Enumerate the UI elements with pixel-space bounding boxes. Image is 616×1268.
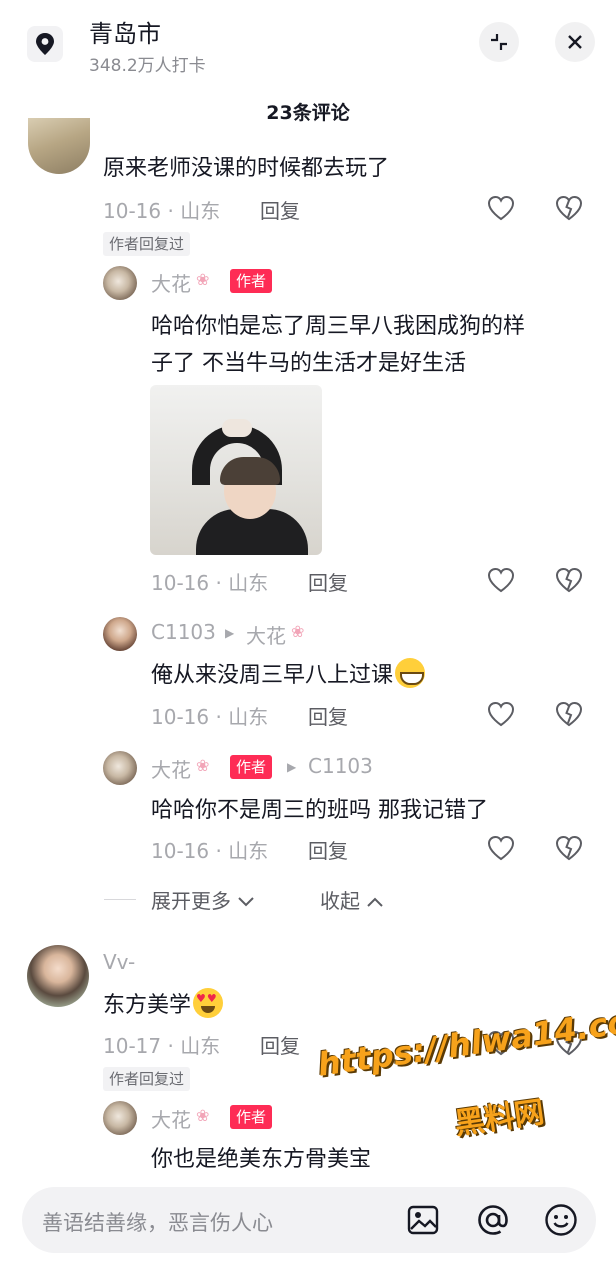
reply-username[interactable]: 大花 xyxy=(151,1104,191,1133)
reply-username[interactable]: C1103 xyxy=(151,620,216,644)
collapse-button[interactable] xyxy=(479,22,519,62)
reply-text-content: 俺从来没周三早八上过课 xyxy=(151,663,394,688)
comment-text: 东方美学 xyxy=(103,987,224,1019)
expand-more-label: 展开更多 xyxy=(151,889,231,913)
reply-meta: 10-16 · 山东 xyxy=(151,567,268,596)
reply-username[interactable]: 大花 xyxy=(151,754,191,783)
divider-line xyxy=(104,899,136,900)
grin-emoji xyxy=(395,658,426,688)
checkin-count: 348.2万人打卡 xyxy=(89,56,206,76)
comment-text: 原来老师没课的时候都去玩了 xyxy=(103,156,390,181)
expand-more-button[interactable]: 展开更多 xyxy=(151,885,255,914)
reply-username[interactable]: 大花 xyxy=(151,268,191,297)
like-icon[interactable] xyxy=(486,565,516,595)
avatar[interactable] xyxy=(27,945,89,1007)
meta-separator: · xyxy=(167,199,174,223)
flower-emoji: ❀ xyxy=(196,756,210,775)
dislike-icon[interactable] xyxy=(554,193,584,223)
collapse-label: 收起 xyxy=(320,889,360,913)
author-badge: 作者 xyxy=(230,1105,273,1129)
like-icon[interactable] xyxy=(486,699,516,729)
flower-emoji: ❀ xyxy=(196,1106,210,1125)
at-mention-icon[interactable] xyxy=(476,1203,510,1237)
chevron-down-icon xyxy=(238,897,255,907)
meta-separator: · xyxy=(215,571,222,595)
watermark-name: 黑料网 xyxy=(452,1094,547,1143)
flower-emoji: ❀ xyxy=(196,270,210,289)
author-badge: 作者 xyxy=(230,269,273,293)
reply-text: 你也是绝美东方骨美宝 xyxy=(151,1147,372,1172)
dislike-icon[interactable] xyxy=(554,699,584,729)
reply-to-username[interactable]: C1103 xyxy=(308,754,373,778)
reply-to-username[interactable]: 大花 xyxy=(246,620,286,649)
dislike-icon[interactable] xyxy=(554,565,584,595)
location-title[interactable]: 青岛市 xyxy=(89,14,161,49)
reply-arrow-icon: ▶ xyxy=(287,760,297,774)
comments-count: 23条评论 xyxy=(266,102,350,124)
meta-separator: · xyxy=(215,839,222,863)
author-badge: 作者 xyxy=(230,755,273,779)
reply-sticker-image[interactable] xyxy=(150,385,322,555)
reply-meta: 10-16 · 山东 xyxy=(151,701,268,730)
image-icon[interactable] xyxy=(406,1203,440,1237)
reply-button[interactable]: 回复 xyxy=(308,701,348,730)
reply-region: 山东 xyxy=(228,839,269,863)
reply-text-line1: 哈哈你怕是忘了周三早八我困成狗的样 xyxy=(151,314,526,339)
reply-button[interactable]: 回复 xyxy=(308,835,348,864)
reply-button[interactable]: 回复 xyxy=(308,567,348,596)
avatar[interactable] xyxy=(103,751,137,785)
meta-separator: · xyxy=(215,705,222,729)
author-replied-tag: 作者回复过 xyxy=(103,1067,191,1091)
chevron-up-icon xyxy=(367,897,384,907)
comment-date: 10-17 xyxy=(103,1034,162,1058)
reply-region: 山东 xyxy=(228,705,269,729)
collapse-icon xyxy=(491,34,507,50)
author-replied-tag: 作者回复过 xyxy=(103,232,191,256)
reply-date: 10-16 xyxy=(151,705,210,729)
reply-button[interactable]: 回复 xyxy=(260,1030,300,1059)
flower-emoji: ❀ xyxy=(291,622,305,641)
comment-region: 山东 xyxy=(180,199,221,223)
comment-meta: 10-16 · 山东 xyxy=(103,195,220,224)
reply-meta: 10-16 · 山东 xyxy=(151,835,268,864)
dislike-icon[interactable] xyxy=(554,833,584,863)
reply-text-line2: 子了 不当牛马的生活才是好生活 xyxy=(151,351,466,376)
reply-text: 俺从来没周三早八上过课 xyxy=(151,657,426,689)
avatar[interactable] xyxy=(103,617,137,651)
location-pin-icon[interactable] xyxy=(27,26,63,62)
like-icon[interactable] xyxy=(486,833,516,863)
close-button[interactable] xyxy=(555,22,595,62)
reply-region: 山东 xyxy=(228,571,269,595)
reply-date: 10-16 xyxy=(151,839,210,863)
heart-eyes-emoji xyxy=(193,988,224,1018)
reply-button[interactable]: 回复 xyxy=(260,195,300,224)
meta-separator: · xyxy=(167,1034,174,1058)
close-icon xyxy=(568,35,582,49)
reply-date: 10-16 xyxy=(151,571,210,595)
comment-input-bar[interactable]: 善语结善缘，恶言伤人心 xyxy=(22,1187,596,1253)
watermark-url: https://hlwa14.com xyxy=(315,997,616,1084)
reply-arrow-icon: ▶ xyxy=(225,626,235,640)
comment-date: 10-16 xyxy=(103,199,162,223)
comment-region: 山东 xyxy=(180,1034,221,1058)
avatar[interactable] xyxy=(103,266,137,300)
collapse-replies-button[interactable]: 收起 xyxy=(320,885,384,914)
comment-meta: 10-17 · 山东 xyxy=(103,1030,220,1059)
comment-text-content: 东方美学 xyxy=(103,993,192,1018)
comment-input-placeholder[interactable]: 善语结善缘，恶言伤人心 xyxy=(42,1207,273,1237)
like-icon[interactable] xyxy=(486,193,516,223)
avatar[interactable] xyxy=(103,1101,137,1135)
comment-username[interactable]: Vv- xyxy=(103,950,135,974)
emoji-icon[interactable] xyxy=(544,1203,578,1237)
avatar[interactable] xyxy=(28,118,90,174)
reply-text: 哈哈你不是周三的班吗 那我记错了 xyxy=(151,798,488,823)
location-header: 青岛市 348.2万人打卡 xyxy=(0,0,616,90)
